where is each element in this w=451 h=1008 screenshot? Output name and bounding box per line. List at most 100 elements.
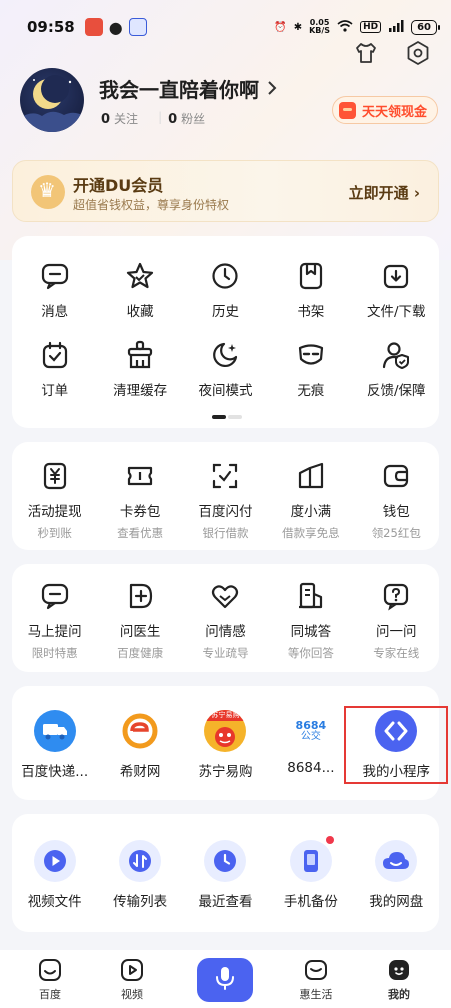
page-indicator bbox=[212, 415, 242, 419]
tool-downloads[interactable]: 文件/下载 bbox=[354, 260, 439, 320]
wallet-yen-icon bbox=[39, 460, 71, 492]
netdisk-label: 最近查看 bbox=[198, 894, 253, 910]
du-vip-banner[interactable]: 开通DU会员 超值省钱权益，尊享身份特权 立即开通 › bbox=[12, 160, 439, 222]
tool-label: 书架 bbox=[297, 304, 325, 320]
doctor-icon bbox=[124, 580, 156, 612]
suning-icon: 苏宁易购 bbox=[204, 710, 247, 752]
vip-open-label: 立即开通 bbox=[348, 184, 409, 202]
service-label: 马上提问 bbox=[27, 624, 82, 640]
bus-8684-logo-top: 8684 bbox=[295, 719, 327, 732]
finance-label: 百度闪付 bbox=[198, 504, 253, 520]
tool-feedback[interactable]: 反馈/保障 bbox=[354, 339, 439, 399]
mini-label: 苏宁易购 bbox=[198, 764, 253, 780]
netdisk-my-disk[interactable]: 我的网盘 bbox=[354, 840, 439, 910]
alarm-icon: ⏰ bbox=[274, 21, 287, 33]
daily-cash-label: 天天领现金 bbox=[361, 104, 427, 120]
coupon-icon bbox=[124, 460, 156, 492]
service-emotion[interactable]: 问情感 专业疏导 bbox=[183, 580, 268, 661]
finance-coupons[interactable]: 卡券包 查看优惠 bbox=[97, 460, 182, 541]
finance-label: 卡券包 bbox=[119, 504, 161, 520]
finance-card: 活动提现 秒到账 卡券包 查看优惠 百度闪付 银行借款 度小满 借款享免息 钱包… bbox=[12, 442, 439, 550]
star-icon bbox=[124, 260, 156, 292]
tool-clean-cache[interactable]: 清理缓存 bbox=[97, 339, 182, 399]
mini-suning[interactable]: 苏宁易购 苏宁易购 bbox=[183, 710, 268, 780]
mask-icon bbox=[295, 339, 327, 371]
following-label: 关注 bbox=[114, 112, 139, 126]
netdisk-video-files[interactable]: 视频文件 bbox=[12, 840, 97, 910]
vip-open-button[interactable]: 立即开通 › bbox=[349, 182, 420, 203]
tool-label: 清理缓存 bbox=[113, 383, 168, 399]
red-envelope-icon bbox=[338, 101, 356, 119]
message-icon bbox=[39, 260, 71, 292]
daily-cash-button[interactable]: 天天领现金 bbox=[331, 96, 438, 124]
scan-pay-icon bbox=[209, 460, 241, 492]
mini-8684[interactable]: 8684 公交 8684... bbox=[268, 710, 353, 780]
mine-icon bbox=[387, 958, 411, 982]
video-icon bbox=[120, 958, 144, 982]
finance-label: 活动提现 bbox=[27, 504, 82, 520]
service-sub: 限时特惠 bbox=[31, 646, 78, 660]
netdisk-transfer-list[interactable]: 传输列表 bbox=[97, 840, 182, 910]
baidu-app-icon bbox=[128, 18, 147, 36]
suning-logo-text: 苏宁易购 bbox=[204, 710, 247, 721]
tool-favorites[interactable]: 收藏 bbox=[97, 260, 182, 320]
netdisk-label: 我的网盘 bbox=[369, 894, 424, 910]
nav-label: 惠生活 bbox=[299, 988, 333, 1001]
skin-shirt-icon[interactable] bbox=[353, 40, 379, 66]
highlight-box bbox=[344, 706, 448, 784]
finance-wallet[interactable]: 钱包 领25红包 bbox=[354, 460, 439, 541]
netdisk-label: 视频文件 bbox=[27, 894, 82, 910]
video-file-icon bbox=[33, 840, 76, 882]
netdisk-label: 传输列表 bbox=[113, 894, 168, 910]
new-badge-dot bbox=[326, 836, 335, 844]
username-link[interactable]: 我会一直陪着你啊 bbox=[99, 74, 277, 103]
mini-xicai[interactable]: 希财网 bbox=[97, 710, 182, 780]
status-bar: 09:58 ● ⏰ ✱ 0.05 KB/S HD 60 bbox=[0, 12, 451, 42]
finance-withdraw[interactable]: 活动提现 秒到账 bbox=[12, 460, 97, 541]
tool-label: 历史 bbox=[211, 304, 239, 320]
tool-history[interactable]: 历史 bbox=[183, 260, 268, 320]
wechat-icon: ● bbox=[108, 17, 123, 37]
netdisk-recent[interactable]: 最近查看 bbox=[183, 840, 268, 910]
finance-duxiaoman[interactable]: 度小满 借款享免息 bbox=[268, 460, 353, 541]
settings-gear-icon[interactable] bbox=[405, 40, 431, 66]
netdisk-phone-backup[interactable]: 手机备份 bbox=[268, 836, 353, 910]
nav-life[interactable]: 惠生活 bbox=[286, 958, 346, 1002]
heart-icon bbox=[209, 580, 241, 612]
tool-night-mode[interactable]: 夜间模式 bbox=[183, 339, 268, 399]
finance-sub: 秒到账 bbox=[37, 526, 72, 540]
service-ask-question[interactable]: 问一问 专家在线 bbox=[354, 580, 439, 661]
cloud-icon bbox=[375, 840, 418, 882]
mini-label: 百度快递... bbox=[21, 764, 89, 780]
avatar[interactable] bbox=[20, 68, 84, 132]
crown-icon bbox=[31, 175, 65, 209]
tool-message[interactable]: 消息 bbox=[12, 260, 97, 320]
page-indicator-inactive bbox=[228, 415, 242, 419]
finance-sub: 领25红包 bbox=[371, 526, 421, 540]
voice-search-button[interactable] bbox=[197, 958, 253, 1002]
service-sub: 专家在线 bbox=[373, 646, 420, 660]
tool-label: 无痕 bbox=[297, 383, 325, 399]
service-doctor[interactable]: 问医生 百度健康 bbox=[97, 580, 182, 661]
service-local-answers[interactable]: 同城答 等你回答 bbox=[268, 580, 353, 661]
mini-baidu-express[interactable]: 百度快递... bbox=[12, 710, 97, 780]
tool-orders[interactable]: 订单 bbox=[12, 339, 97, 399]
fans-stat[interactable]: 0 粉丝 bbox=[168, 110, 205, 127]
tool-incognito[interactable]: 无痕 bbox=[268, 339, 353, 399]
service-label: 问医生 bbox=[119, 624, 161, 640]
tool-label: 文件/下载 bbox=[366, 304, 426, 320]
nav-video[interactable]: 视频 bbox=[102, 958, 162, 1002]
status-time: 09:58 bbox=[27, 18, 75, 36]
nav-baidu[interactable]: 百度 bbox=[20, 958, 80, 1002]
tools-card: 消息 收藏 历史 书架 文件/下载 订单 清理缓存 夜间模式 无痕 反馈/保障 bbox=[12, 236, 439, 428]
nav-mine[interactable]: 我的 bbox=[369, 958, 429, 1002]
order-icon bbox=[39, 339, 71, 371]
tool-bookshelf[interactable]: 书架 bbox=[268, 260, 353, 320]
notification-app-icon bbox=[84, 18, 103, 36]
netdisk-label: 手机备份 bbox=[283, 894, 338, 910]
finance-baidu-pay[interactable]: 百度闪付 银行借款 bbox=[183, 460, 268, 541]
service-ask-now[interactable]: 马上提问 限时特惠 bbox=[12, 580, 97, 661]
following-stat[interactable]: 0 关注 bbox=[101, 110, 138, 127]
finance-sub: 银行借款 bbox=[202, 526, 249, 540]
bottom-nav: 百度 视频 惠生活 我的 bbox=[0, 950, 451, 1008]
